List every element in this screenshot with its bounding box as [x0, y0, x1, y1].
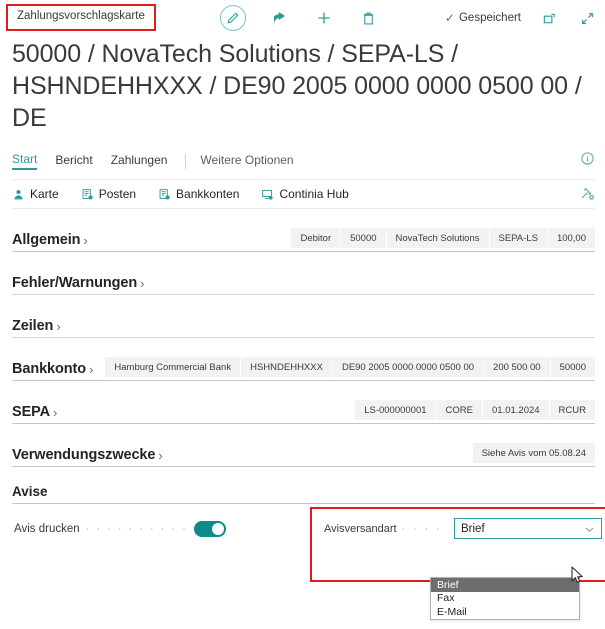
chevron-right-icon[interactable]: › [83, 234, 87, 248]
section-title: Bankkonto [12, 361, 87, 377]
section-underline [12, 466, 595, 467]
section-allgemein[interactable]: Allgemein › Debitor 50000 NovaTech Solut… [12, 209, 595, 252]
leader-dots: · · · · · · · · · [401, 522, 449, 535]
badge: HSHNDEHHXXX [241, 357, 333, 377]
section-title: Allgemein [12, 232, 81, 248]
edit-pencil-icon[interactable] [220, 5, 246, 31]
avisversandart-dropdown-list[interactable]: Brief Fax E-Mail [430, 577, 580, 620]
tab-separator [185, 153, 187, 169]
top-toolbar: Zahlungsvorschlagskarte ✓ Gespeichert [0, 0, 605, 36]
person-card-icon [12, 188, 25, 201]
section-sepa[interactable]: SEPA › LS-000000001 CORE 01.01.2024 RCUR [12, 381, 595, 424]
badge: Siehe Avis vom 05.08.24 [472, 443, 595, 463]
chevron-right-icon[interactable]: › [89, 363, 93, 377]
continia-hub-icon [261, 188, 274, 201]
avisversandart-value: Brief [461, 522, 485, 535]
badge: NovaTech Solutions [386, 228, 490, 248]
leader-dots: · · · · · · · · · · [85, 523, 188, 535]
action-label: Karte [30, 187, 59, 201]
avise-body: Avis drucken · · · · · · · · · · Avisver… [12, 504, 605, 584]
tab-start[interactable]: Start [12, 152, 38, 170]
toolbar-icon-group [220, 0, 378, 36]
tab-weitere-optionen[interactable]: Weitere Optionen [200, 153, 293, 169]
badge: Hamburg Commercial Bank [105, 357, 242, 377]
chevron-down-icon[interactable] [583, 523, 596, 541]
badge: 200 500 00 [484, 357, 551, 377]
toggle-knob [211, 523, 224, 535]
avis-drucken-label: Avis drucken [14, 523, 80, 535]
chevron-right-icon[interactable]: › [53, 406, 57, 420]
section-zeilen[interactable]: Zeilen › [12, 295, 595, 338]
dropdown-option-brief[interactable]: Brief [431, 578, 579, 592]
page-type-chip[interactable]: Zahlungsvorschlagskarte [6, 4, 156, 31]
section-avise: Avise Avis drucken · · · · · · · · · · A… [12, 484, 605, 584]
action-bar: Karte Posten Bankkonten Continia Hub [0, 180, 605, 208]
bank-accounts-icon [158, 188, 171, 201]
section-title: Verwendungszwecke [12, 447, 156, 463]
badge: SEPA-LS [489, 228, 548, 248]
section-badges: LS-000000001 CORE 01.01.2024 RCUR [355, 400, 595, 420]
section-title: SEPA [12, 404, 51, 420]
action-posten[interactable]: Posten [81, 187, 136, 201]
section-badges: Debitor 50000 NovaTech Solutions SEPA-LS… [291, 228, 595, 248]
avis-drucken-toggle[interactable] [193, 521, 226, 537]
saved-label: Gespeichert [458, 12, 521, 24]
badge: Debitor [291, 228, 342, 248]
badge: 50000 [550, 357, 595, 377]
section-title: Zeilen [12, 318, 54, 334]
section-verwendungszwecke[interactable]: Verwendungszwecke › Siehe Avis vom 05.08… [12, 424, 595, 467]
avisversandart-select[interactable]: Brief [454, 518, 602, 539]
page-title: 50000 / NovaTech Solutions / SEPA-LS / H… [12, 40, 582, 132]
field-avis-drucken: Avis drucken · · · · · · · · · · [14, 521, 226, 537]
section-badges: Hamburg Commercial Bank HSHNDEHHXXX DE90… [105, 357, 595, 377]
action-bankkonten[interactable]: Bankkonten [158, 187, 239, 201]
chevron-right-icon[interactable]: › [158, 449, 162, 463]
share-icon[interactable] [270, 8, 290, 28]
action-continia-hub[interactable]: Continia Hub [261, 187, 349, 201]
badge: 50000 [341, 228, 387, 248]
field-avisversandart: Avisversandart · · · · · · · · · Brief [324, 518, 602, 539]
action-karte[interactable]: Karte [12, 187, 59, 201]
badge: 01.01.2024 [483, 400, 550, 420]
personalize-icon[interactable] [579, 185, 595, 206]
action-label: Bankkonten [176, 187, 240, 201]
badge: LS-000000001 [355, 400, 437, 420]
dropdown-option-fax[interactable]: Fax [431, 592, 579, 606]
tab-bericht[interactable]: Bericht [55, 153, 92, 169]
section-badges: Siehe Avis vom 05.08.24 [472, 443, 595, 463]
tab-zahlungen[interactable]: Zahlungen [111, 153, 168, 169]
badge: 100,00 [547, 228, 595, 248]
open-in-new-window-icon[interactable] [539, 8, 559, 28]
ledger-entries-icon [81, 188, 94, 201]
section-title: Fehler/Warnungen [12, 275, 138, 291]
chevron-right-icon[interactable]: › [140, 277, 144, 291]
dropdown-option-email[interactable]: E-Mail [431, 605, 579, 619]
saved-status: ✓ Gespeichert [445, 11, 521, 25]
expand-fullscreen-icon[interactable] [577, 8, 597, 28]
avise-title: Avise [12, 484, 48, 499]
action-label: Posten [98, 187, 137, 201]
check-icon: ✓ [444, 11, 455, 25]
section-bankkonto[interactable]: Bankkonto › Hamburg Commercial Bank HSHN… [12, 338, 595, 381]
ribbon-tabstrip: Start Bericht Zahlungen Weitere Optionen [0, 148, 605, 174]
add-new-icon[interactable] [314, 8, 334, 28]
avisversandart-label: Avisversandart [324, 522, 397, 535]
badge: CORE [436, 400, 483, 420]
section-fehler-warnungen[interactable]: Fehler/Warnungen › [12, 252, 595, 295]
badge: DE90 2005 0000 0000 0500 00 [332, 357, 485, 377]
action-label: Continia Hub [279, 187, 349, 201]
badge: RCUR [549, 400, 595, 420]
info-circle-icon[interactable] [580, 151, 595, 171]
delete-trash-icon[interactable] [358, 8, 378, 28]
toolbar-right-group: ✓ Gespeichert [445, 0, 597, 36]
chevron-right-icon[interactable]: › [56, 320, 60, 334]
